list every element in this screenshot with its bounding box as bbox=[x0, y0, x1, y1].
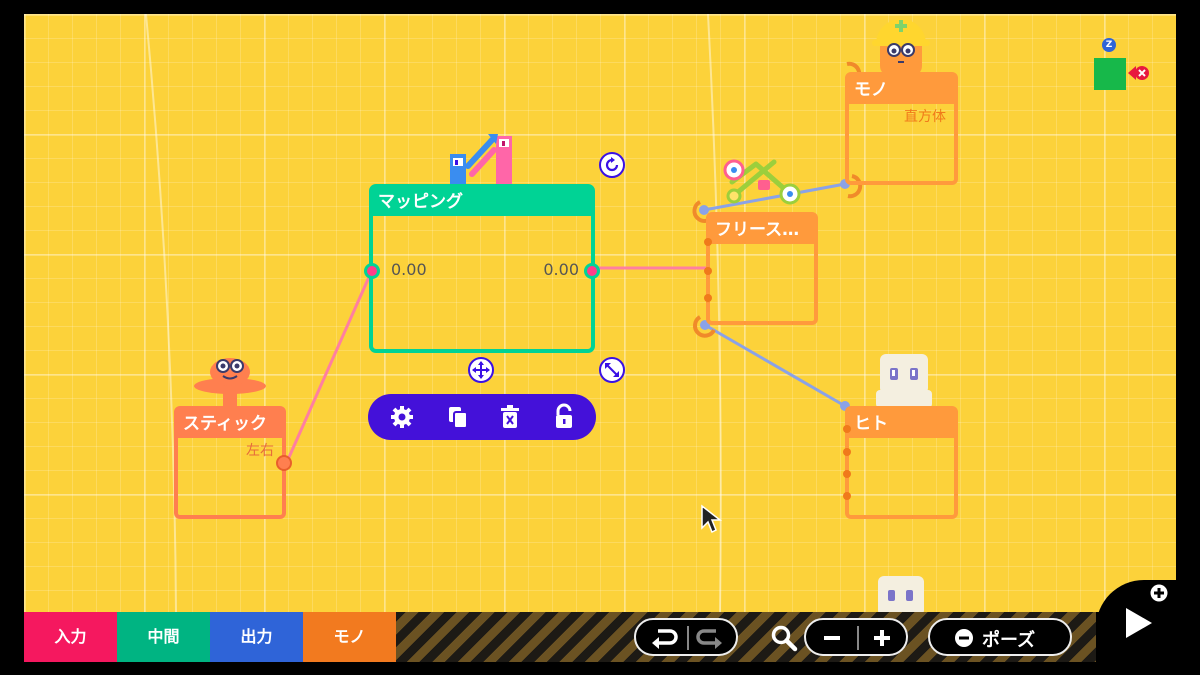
input-port[interactable] bbox=[704, 267, 712, 275]
node-toolbar bbox=[368, 394, 596, 440]
pause-button[interactable]: ポーズ bbox=[928, 618, 1072, 656]
plus-button-icon bbox=[1150, 584, 1168, 602]
zoom-group bbox=[804, 618, 908, 656]
guide-line-left bbox=[145, 14, 177, 612]
undo-redo-group bbox=[634, 618, 738, 656]
mono-node[interactable]: モノ 直方体 bbox=[845, 72, 958, 185]
rotate-button[interactable] bbox=[599, 152, 625, 178]
wire-layer bbox=[145, 14, 863, 612]
hito-node[interactable]: ヒト bbox=[843, 406, 958, 519]
bottom-bar: 入力 中間 出力 モノ ポーズ bbox=[24, 612, 1096, 662]
input-port[interactable] bbox=[843, 492, 851, 500]
lock-icon[interactable] bbox=[550, 403, 578, 431]
input-port[interactable] bbox=[843, 448, 851, 456]
mouse-cursor-icon bbox=[701, 504, 722, 534]
mapping-character bbox=[450, 134, 512, 184]
output-port[interactable] bbox=[276, 455, 292, 471]
redo-icon[interactable] bbox=[696, 627, 724, 649]
input-port[interactable] bbox=[843, 425, 851, 433]
mono-character bbox=[872, 19, 930, 76]
close-marker-icon[interactable] bbox=[1128, 66, 1150, 80]
node-title: マッピング bbox=[373, 188, 591, 216]
plus-icon[interactable] bbox=[872, 628, 892, 648]
move-button[interactable] bbox=[468, 357, 494, 383]
divider bbox=[687, 626, 689, 650]
freeze-character bbox=[723, 159, 801, 205]
minus-icon[interactable] bbox=[822, 628, 842, 648]
resize-icon bbox=[605, 363, 619, 377]
node-title: ヒト bbox=[849, 410, 954, 438]
node-title: モノ bbox=[849, 76, 954, 104]
mapping-input-value: 0.00 bbox=[391, 260, 427, 279]
play-icon bbox=[1126, 608, 1152, 638]
z-marker-icon: Z bbox=[1102, 38, 1116, 52]
mapping-node[interactable]: マッピング 0.00 0.00 bbox=[364, 184, 600, 353]
hito-character bbox=[876, 354, 932, 408]
divider bbox=[857, 626, 859, 650]
node-subtitle: 左右 bbox=[246, 443, 274, 459]
category-output-tab[interactable]: 出力 bbox=[210, 612, 303, 662]
category-middle-tab[interactable]: 中間 bbox=[117, 612, 210, 662]
wire-stick-to-mapping[interactable] bbox=[284, 267, 375, 465]
freeze-node[interactable]: フリース… bbox=[704, 212, 818, 325]
input-port[interactable] bbox=[843, 470, 851, 478]
delete-icon[interactable] bbox=[496, 403, 524, 431]
node-title: スティック bbox=[178, 410, 282, 438]
resize-button[interactable] bbox=[599, 357, 625, 383]
pause-label: ポーズ bbox=[982, 630, 1036, 651]
input-port[interactable] bbox=[704, 238, 712, 246]
node-subtitle: 直方体 bbox=[904, 109, 946, 125]
gear-icon[interactable] bbox=[388, 403, 416, 431]
copy-icon[interactable] bbox=[444, 403, 472, 431]
magnifier-icon bbox=[771, 625, 798, 652]
stick-character bbox=[194, 358, 266, 408]
input-port[interactable] bbox=[704, 294, 712, 302]
move-icon bbox=[472, 361, 490, 379]
input-port[interactable] bbox=[364, 263, 380, 279]
nodon-canvas[interactable]: マッピング 0.00 0.00 スティック 左右 フリース… モノ 直方体 ヒト… bbox=[24, 14, 1176, 612]
mapping-output-value: 0.00 bbox=[543, 260, 579, 279]
node-title: フリース… bbox=[710, 216, 814, 244]
stick-node[interactable]: スティック 左右 bbox=[174, 406, 292, 519]
output-port[interactable] bbox=[584, 263, 600, 279]
game-screen: マッピング 0.00 0.00 スティック 左右 フリース… モノ 直方体 ヒト… bbox=[0, 0, 1200, 675]
minimap-marker[interactable]: Z bbox=[1094, 36, 1150, 92]
rotate-icon bbox=[605, 157, 619, 172]
undo-icon[interactable] bbox=[650, 627, 678, 649]
wire-freeze-to-hito[interactable] bbox=[704, 323, 846, 408]
minus-button-icon bbox=[955, 629, 973, 647]
category-object-tab[interactable]: モノ bbox=[303, 612, 396, 662]
minimap-object bbox=[1094, 58, 1126, 90]
hito-character-partial bbox=[878, 576, 924, 612]
play-button[interactable] bbox=[1096, 580, 1200, 675]
category-input-tab[interactable]: 入力 bbox=[24, 612, 117, 662]
